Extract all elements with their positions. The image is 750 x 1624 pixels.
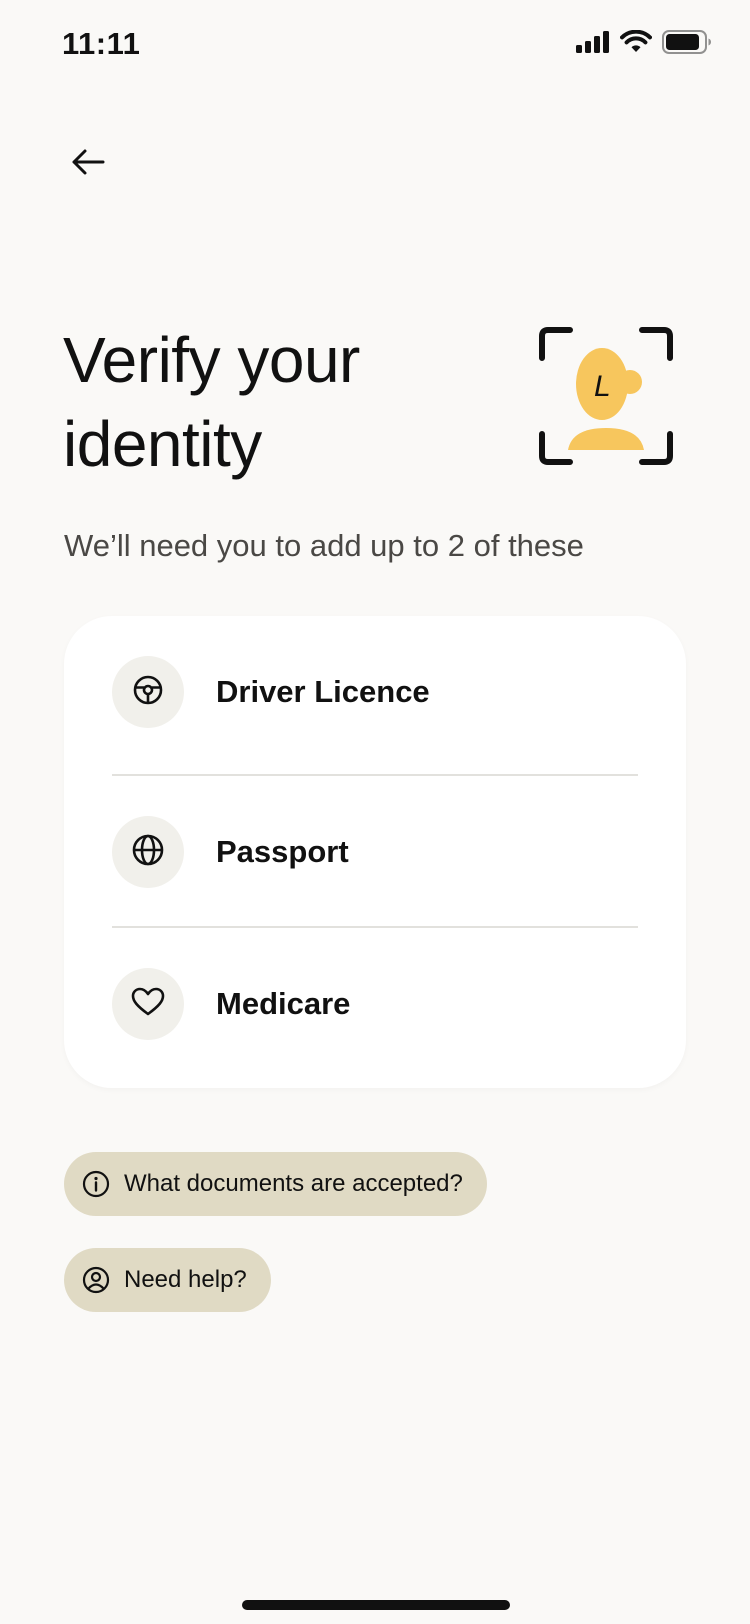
document-option-driver-licence[interactable]: Driver Licence bbox=[112, 616, 638, 768]
page-title-line1: Verify your bbox=[63, 324, 360, 396]
document-option-medicare[interactable]: Medicare bbox=[112, 928, 638, 1080]
info-icon bbox=[82, 1170, 110, 1198]
user-circle-icon bbox=[82, 1266, 110, 1294]
document-icon-container bbox=[112, 816, 184, 888]
status-bar: 11:11 bbox=[0, 0, 750, 92]
document-label: Passport bbox=[216, 834, 349, 869]
home-indicator[interactable] bbox=[242, 1600, 510, 1610]
battery-icon bbox=[662, 30, 712, 59]
arrow-left-icon bbox=[71, 148, 105, 181]
accepted-documents-button[interactable]: What documents are accepted? bbox=[64, 1152, 487, 1216]
wifi-icon bbox=[620, 29, 652, 59]
back-button[interactable] bbox=[64, 140, 112, 188]
page-title: Verify your identity bbox=[63, 318, 493, 486]
illustration-letter: L bbox=[594, 370, 611, 403]
document-icon-container bbox=[112, 656, 184, 728]
steering-wheel-icon bbox=[132, 674, 164, 711]
document-icon-container bbox=[112, 968, 184, 1040]
status-icons bbox=[576, 29, 712, 59]
need-help-button[interactable]: Need help? bbox=[64, 1248, 271, 1312]
document-options-card: Driver Licence Passport Medicare bbox=[64, 616, 686, 1088]
accepted-documents-label: What documents are accepted? bbox=[124, 1170, 463, 1197]
cellular-signal-icon bbox=[576, 31, 610, 58]
document-label: Medicare bbox=[216, 986, 351, 1021]
status-time: 11:11 bbox=[62, 26, 141, 61]
page-title-line2: identity bbox=[63, 408, 262, 480]
face-scan-illustration: L bbox=[538, 326, 674, 470]
document-option-passport[interactable]: Passport bbox=[112, 776, 638, 928]
globe-icon bbox=[131, 833, 165, 872]
need-help-label: Need help? bbox=[124, 1266, 247, 1293]
heart-icon bbox=[131, 987, 165, 1022]
page-subtitle: We’ll need you to add up to 2 of these bbox=[64, 528, 584, 563]
document-label: Driver Licence bbox=[216, 674, 430, 709]
